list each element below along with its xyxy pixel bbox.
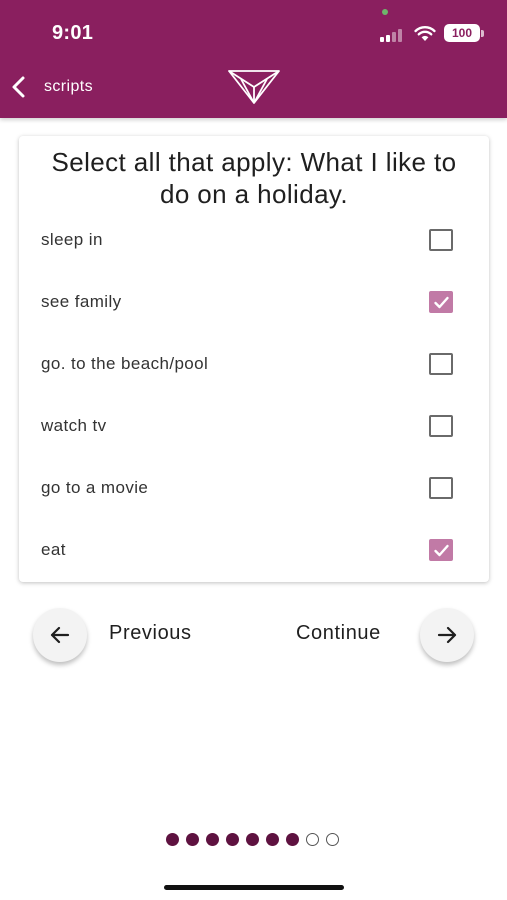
previous-arrow-button[interactable] — [33, 608, 87, 662]
wifi-icon — [414, 26, 436, 41]
progress-dot — [326, 833, 339, 846]
progress-dot — [206, 833, 219, 846]
previous-button[interactable]: Previous — [109, 622, 192, 645]
progress-dot — [286, 833, 299, 846]
progress-dot — [166, 833, 179, 846]
camera-indicator-dot — [382, 9, 388, 15]
option-checkbox[interactable] — [429, 353, 453, 375]
option-label: sleep in — [41, 230, 103, 249]
back-button[interactable]: scripts — [8, 70, 118, 104]
battery-icon: 100 — [444, 24, 480, 42]
option-row[interactable]: go to a movie — [19, 457, 489, 519]
progress-dot — [266, 833, 279, 846]
progress-dot — [306, 833, 319, 846]
arrow-right-icon — [437, 626, 457, 644]
option-label: go to a movie — [41, 478, 149, 497]
cellular-signal-icon — [380, 28, 406, 42]
question-card: Select all that apply: What I like to do… — [19, 136, 489, 582]
checkmark-icon — [434, 544, 449, 557]
checkmark-icon — [434, 296, 449, 309]
progress-dot — [226, 833, 239, 846]
chevron-left-icon — [12, 76, 25, 98]
app-logo-icon — [228, 70, 280, 104]
app-header: 9:01 100 scripts — [0, 0, 507, 118]
continue-arrow-button[interactable] — [420, 608, 474, 662]
option-checkbox[interactable] — [429, 291, 453, 313]
option-label: see family — [41, 292, 122, 311]
status-time: 9:01 — [52, 22, 94, 44]
progress-dot — [246, 833, 259, 846]
option-row[interactable]: see family — [19, 271, 489, 333]
option-row[interactable]: watch tv — [19, 395, 489, 457]
progress-dot — [186, 833, 199, 846]
back-label: scripts — [44, 78, 94, 95]
option-checkbox[interactable] — [429, 229, 453, 251]
option-label: watch tv — [41, 416, 107, 435]
screen: 9:01 100 scripts Select all that apply: … — [0, 0, 507, 900]
option-row[interactable]: sleep in — [19, 209, 489, 271]
option-checkbox[interactable] — [429, 539, 453, 561]
home-indicator[interactable] — [164, 885, 344, 890]
option-checkbox[interactable] — [429, 415, 453, 437]
option-label: go. to the beach/pool — [41, 354, 209, 373]
option-label: eat — [41, 540, 66, 559]
option-row[interactable]: go. to the beach/pool — [19, 333, 489, 395]
option-checkbox[interactable] — [429, 477, 453, 499]
battery-tip — [481, 30, 484, 37]
option-row[interactable]: eat — [19, 519, 489, 581]
continue-button[interactable]: Continue — [296, 622, 381, 645]
arrow-left-icon — [50, 626, 70, 644]
progress-dots — [166, 833, 339, 847]
question-title: Select all that apply: What I like to do… — [51, 147, 457, 209]
